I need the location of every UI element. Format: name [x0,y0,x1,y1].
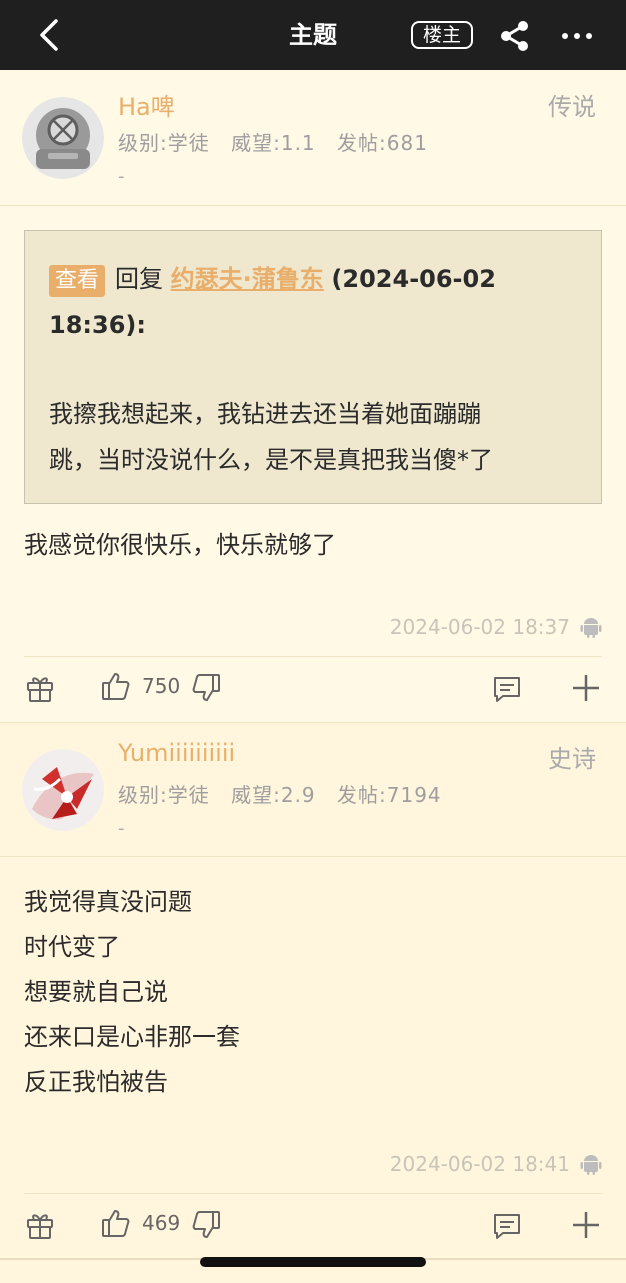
quoted-author-link[interactable]: 约瑟夫·蒲鲁东 [171,265,324,293]
avatar[interactable] [22,749,104,831]
user-level: 级别:学徒 [118,131,210,155]
post-actions: 750 [0,658,626,718]
avatar[interactable] [22,97,104,179]
user-post-count: 发帖:7194 [337,783,442,807]
divider [0,856,626,857]
thumbs-down-icon[interactable] [190,1209,222,1241]
username[interactable]: Yumiiiiiiiiii [118,739,235,767]
home-indicator[interactable] [200,1257,426,1267]
content-line: 时代变了 [24,933,120,961]
user-post-count: 发帖:681 [337,131,428,155]
quote-body: 我擦我想起来，我钻进去还当着她面蹦蹦 跳，当时没说什么，是不是真把我当傻*了 [49,391,569,483]
like-count: 469 [142,1211,181,1235]
quote-line: 我擦我想起来，我钻进去还当着她面蹦蹦 [49,400,481,428]
user-signature: - [118,818,125,839]
view-quote-button[interactable]: 查看 [49,265,106,297]
user-signature: - [118,166,125,187]
user-rank: 传说 [548,93,596,121]
post-timestamp: 2024-06-02 18:37 [389,615,570,639]
like-count: 750 [142,674,181,698]
anime-avatar-icon [22,749,104,831]
user-stats: 级别:学徒 威望:2.9 发帖:7194 [118,779,456,808]
user-level: 级别:学徒 [118,783,210,807]
comment-icon[interactable] [491,1210,523,1242]
android-icon [580,1155,602,1175]
post: Ha啤 传说 级别:学徒 威望:1.1 发帖:681 - 查看 回复 约瑟夫·蒲鲁… [0,70,626,722]
content-line: 我感觉你很快乐，快乐就够了 [24,531,336,559]
post-timestamp: 2024-06-02 18:41 [389,1152,570,1176]
content-line: 我觉得真没问题 [24,888,192,916]
content-line: 反正我怕被告 [24,1068,168,1096]
share-icon[interactable] [498,19,532,53]
content-line: 想要就自己说 [24,978,168,1006]
post: Yumiiiiiiiiii 史诗 级别:学徒 威望:2.9 发帖:7194 - … [0,723,626,1283]
user-stats: 级别:学徒 威望:1.1 发帖:681 [118,127,442,156]
quote-header: 查看 回复 约瑟夫·蒲鲁东 (2024-06-02 18:36): [49,256,579,348]
more-icon[interactable] [560,19,594,53]
divider [24,656,602,657]
op-only-button[interactable]: 楼主 [411,21,473,49]
quote-block: 查看 回复 约瑟夫·蒲鲁东 (2024-06-02 18:36): 我擦我想起来，… [24,230,602,504]
username[interactable]: Ha啤 [118,87,175,122]
reply-label: 回复 [115,265,164,293]
gift-icon[interactable] [24,1209,56,1241]
post-content: 我感觉你很快乐，快乐就够了 [24,523,336,568]
user-prestige: 威望:1.1 [231,131,316,155]
thumbs-down-icon[interactable] [190,672,222,704]
content-line: 还来口是心非那一套 [24,1023,240,1051]
thumbs-up-icon[interactable] [100,1207,132,1239]
thumbs-up-icon[interactable] [100,670,132,702]
top-navigation-bar: 主题 楼主 [0,0,626,70]
page-title: 主题 [289,21,337,49]
post-content: 我觉得真没问题 时代变了 想要就自己说 还来口是心非那一套 反正我怕被告 [24,880,240,1105]
quote-line: 跳，当时没说什么，是不是真把我当傻*了 [49,446,493,474]
post-actions: 469 [0,1195,626,1255]
user-prestige: 威望:2.9 [231,783,316,807]
comment-icon[interactable] [491,673,523,705]
android-icon [580,618,602,638]
diving-helmet-avatar-icon [22,97,104,179]
divider [0,205,626,206]
plus-icon[interactable] [570,672,602,704]
gift-icon[interactable] [24,672,56,704]
divider [24,1193,602,1194]
user-rank: 史诗 [548,745,596,773]
plus-icon[interactable] [570,1209,602,1241]
